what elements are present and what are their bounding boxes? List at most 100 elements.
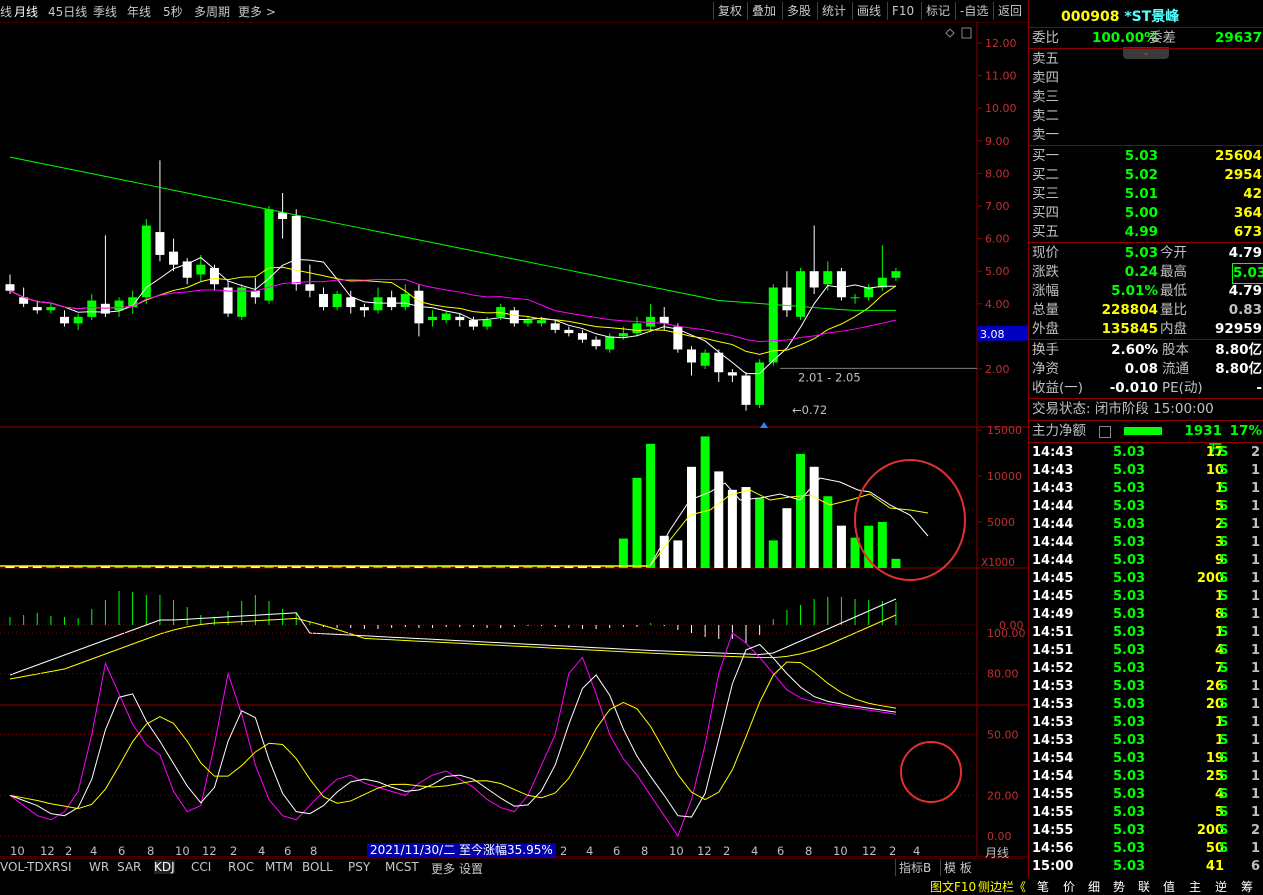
candle-body — [687, 349, 696, 363]
buy-level-row[interactable]: 买二 5.02 2954 — [1032, 166, 1262, 185]
indicator-tab[interactable]: VOL-TDX — [0, 860, 52, 874]
status-bar-item[interactable]: 价 — [1063, 878, 1075, 895]
period-tab-multi[interactable]: 多周期 — [194, 3, 230, 20]
status-bar-item[interactable]: 细 — [1088, 878, 1100, 895]
highlight-circle — [854, 459, 966, 581]
status-bar-item[interactable]: 图文F10 — [930, 878, 976, 895]
buy-level-price: 4.99 — [1124, 224, 1158, 240]
tick-side: S — [1219, 499, 1229, 514]
x-tick-label: 12 — [862, 844, 877, 858]
stats-button[interactable]: 统计 — [817, 2, 850, 20]
indicator-tab[interactable]: PSY — [348, 860, 370, 874]
indicator-tab[interactable]: 设置 — [459, 860, 483, 877]
tick-row: 14:45 5.03 1 S 1 — [1029, 588, 1261, 606]
period-more-button[interactable]: 更多 > — [238, 3, 276, 20]
indicator-b-button[interactable]: 指标B — [895, 859, 931, 876]
buy-level-row[interactable]: 买三 5.01 42 — [1032, 185, 1262, 204]
tick-price: 5.03 — [1113, 751, 1146, 766]
status-bar-item[interactable]: 值 — [1163, 878, 1175, 895]
tick-price: 5.03 — [1113, 517, 1146, 532]
period-tab-45day[interactable]: 45日线 — [48, 3, 87, 20]
candle-body — [509, 310, 519, 324]
price-axis-label: 11.00 — [985, 70, 1017, 83]
quote-label: 量比 — [1160, 302, 1187, 318]
indicator-tab[interactable]: SAR — [117, 860, 141, 874]
tick-volume: 7 — [1214, 661, 1224, 676]
candle-body — [755, 362, 765, 405]
back-button[interactable]: 返回 — [993, 2, 1026, 20]
indicator-tab[interactable]: RSI — [52, 860, 72, 874]
buy-level-label: 买五 — [1032, 224, 1059, 240]
buy-level-row[interactable]: 买四 5.00 364 — [1032, 204, 1262, 223]
tick-time: 14:55 — [1032, 805, 1074, 820]
indicator-tab[interactable]: WR — [89, 860, 109, 874]
volume-bar — [646, 443, 656, 568]
stat-value: 8.80亿 — [1215, 361, 1262, 377]
status-bar-item[interactable]: 联 — [1138, 878, 1150, 895]
stat-value: 8.80亿 — [1215, 342, 1262, 358]
tick-side: S — [1219, 679, 1229, 694]
volume-bar — [455, 566, 465, 568]
candle-body — [591, 339, 601, 347]
watchlist-button[interactable]: -自选 — [955, 2, 992, 20]
x-tick-label: 6 — [777, 844, 785, 858]
status-bar-item[interactable]: 势 — [1113, 878, 1125, 895]
volume-bar — [87, 566, 97, 568]
tick-side: S — [1219, 733, 1229, 748]
tick-row: 14:44 5.03 2 S 1 — [1029, 516, 1261, 534]
buy-level-row[interactable]: 买一 5.03 25604 — [1032, 147, 1262, 166]
indicator-tab[interactable]: CCI — [191, 860, 211, 874]
tick-price: 5.03 — [1113, 733, 1146, 748]
indicator-tab[interactable]: MTM — [265, 860, 293, 874]
x-tick-label: 2 — [230, 844, 238, 858]
f10-button[interactable]: F10 — [887, 2, 918, 20]
indicator-tab[interactable]: BOLL — [302, 860, 333, 874]
tick-row: 14:55 5.03 200 S 2 — [1029, 822, 1261, 840]
indicator-tab[interactable]: MCST — [385, 860, 419, 874]
quote-value: 4.79 — [1228, 245, 1262, 261]
tick-volume: 1 — [1214, 625, 1224, 640]
tick-side: S — [1219, 517, 1229, 532]
list-icon[interactable] — [1099, 426, 1111, 438]
tick-row: 14:53 5.03 20 S 1 — [1029, 696, 1261, 714]
period-tab-month[interactable]: 月线 — [14, 3, 38, 20]
status-bar-item[interactable]: 逆 — [1215, 878, 1227, 895]
volume-bar — [577, 566, 587, 568]
tick-time: 14:53 — [1032, 679, 1074, 694]
order-diff-value: 29637 — [1215, 30, 1262, 46]
volume-bar — [618, 538, 628, 568]
price-axis-label: 7.00 — [985, 200, 1010, 213]
x-tick-label: 6 — [118, 844, 126, 858]
period-tab-day[interactable]: 线 — [0, 3, 12, 20]
indicator-tab[interactable]: ROC — [228, 860, 254, 874]
overlay-button[interactable]: 叠加 — [747, 2, 780, 20]
candle-body — [141, 225, 151, 298]
period-tab-year[interactable]: 年线 — [127, 3, 151, 20]
tick-volume: 50 — [1205, 841, 1224, 856]
draw-button[interactable]: 画线 — [852, 2, 885, 20]
indicator-tab[interactable]: 更多 — [431, 860, 455, 877]
window-icon — [961, 27, 972, 39]
mark-button[interactable]: 标记 — [921, 2, 954, 20]
tick-time: 14:52 — [1032, 661, 1074, 676]
multi-stock-button[interactable]: 多股 — [782, 2, 815, 20]
tick-row: 14:45 5.03 200 S 1 — [1029, 570, 1261, 588]
status-bar-item[interactable]: 筹 — [1241, 878, 1253, 895]
period-tab-quarter[interactable]: 季线 — [93, 3, 117, 20]
template-button[interactable]: 模 板 — [940, 859, 972, 876]
status-bar-item[interactable]: 笔 — [1037, 878, 1049, 895]
volume-bar — [19, 566, 29, 568]
tick-volume: 200 — [1196, 571, 1224, 586]
status-bar-item[interactable]: 主 — [1189, 878, 1201, 895]
period-tab-5sec[interactable]: 5秒 — [163, 3, 183, 20]
indicator-tab[interactable]: KDJ — [154, 860, 175, 874]
volume-bar — [400, 566, 410, 568]
kline-chart[interactable]: 12.00 11.00 10.00 9.00 8.00 7.00 6.00 5.00 4.00 3… — [0, 22, 1028, 857]
price-axis-label: 6.00 — [985, 233, 1010, 246]
quote-label: 最高 — [1160, 264, 1187, 280]
buy-level-row[interactable]: 买五 4.99 673 — [1032, 223, 1262, 242]
adjust-button[interactable]: 复权 — [713, 2, 746, 20]
status-bar-item[interactable]: 侧边栏《 — [978, 878, 1026, 895]
tick-count: 1 — [1251, 535, 1261, 550]
candle-body — [727, 372, 737, 376]
